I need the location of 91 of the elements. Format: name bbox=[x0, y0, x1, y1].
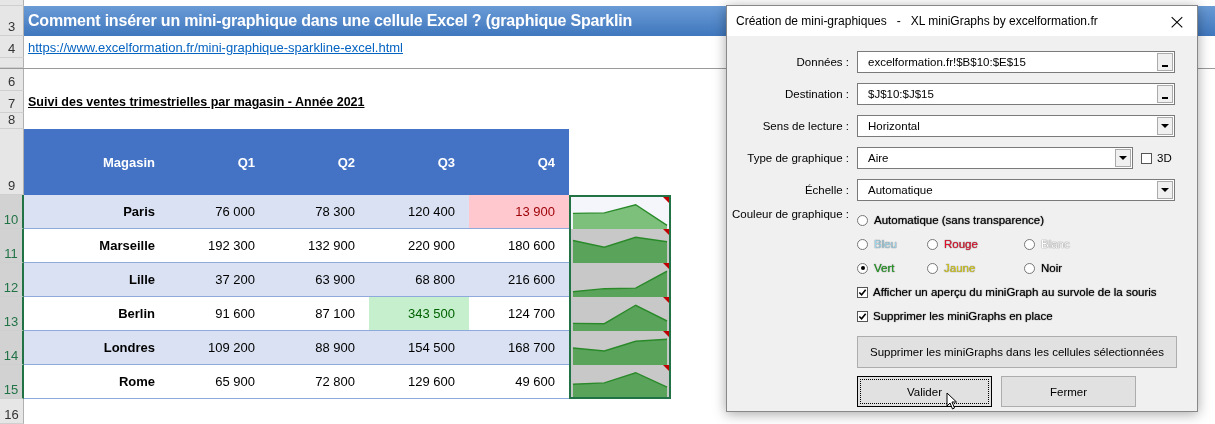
row-number: 3 bbox=[0, 6, 24, 36]
collapse-button[interactable] bbox=[1157, 53, 1173, 71]
mouse-cursor-icon bbox=[946, 392, 958, 410]
table-cell-text: 91 600 bbox=[214, 305, 256, 323]
row-number: 11 bbox=[0, 229, 24, 263]
dialog-button[interactable]: Fermer bbox=[1001, 376, 1136, 407]
radio-button[interactable] bbox=[927, 238, 938, 250]
radio-label: Jaune bbox=[944, 262, 976, 274]
close-button[interactable]: × bbox=[1157, 6, 1197, 36]
table-cell-text: 87 100 bbox=[314, 305, 356, 323]
sheet-title: Comment insérer un mini-graphique dans une cellule Excel ? (graphique Sparklin bbox=[28, 12, 633, 30]
row-number: 7 bbox=[0, 91, 24, 113]
row-number: 9 bbox=[0, 129, 24, 195]
table-cell-text: 220 900 bbox=[407, 237, 456, 255]
dialog-title: Création de mini-graphiques - XL miniGraphs by excelformation.fr bbox=[736, 14, 1098, 28]
table-cell-text: Berlin bbox=[117, 305, 156, 323]
radio-label: Noir bbox=[1041, 262, 1063, 274]
table-cell: 343 500 bbox=[369, 297, 469, 330]
row-number: 10 bbox=[0, 195, 24, 229]
field-label: Échelle : bbox=[803, 184, 850, 196]
table-cell-text: 168 700 bbox=[507, 339, 556, 357]
row-number: 14 bbox=[0, 331, 24, 365]
checkbox[interactable] bbox=[857, 310, 868, 322]
radio-button[interactable] bbox=[1024, 238, 1035, 250]
range-field[interactable]: $J$10:$J$15 bbox=[857, 83, 1175, 105]
radio-label: Automatique (sans transparence) bbox=[874, 214, 1045, 226]
table-cell-text: 88 900 bbox=[314, 339, 356, 357]
table-cell-text: Lille bbox=[128, 271, 156, 289]
column-header: Q4 bbox=[536, 154, 556, 170]
table-caption: Suivi des ventes trimestrielles par magasin - Année 2021 bbox=[28, 95, 365, 109]
table-cell-text: 68 800 bbox=[414, 271, 456, 289]
column-header: Q1 bbox=[236, 154, 256, 170]
field-label: Destination : bbox=[784, 88, 850, 100]
table-cell-text: Marseille bbox=[98, 237, 156, 255]
table-cell-text: 129 600 bbox=[407, 373, 456, 391]
row-number: 13 bbox=[0, 297, 24, 331]
row-number: 8 bbox=[0, 113, 24, 129]
table-cell-text: 37 200 bbox=[214, 271, 256, 289]
row-number: 16 bbox=[0, 399, 24, 424]
radio-label: Bleu bbox=[874, 238, 898, 250]
table-cell-text: 216 600 bbox=[507, 271, 556, 289]
table-cell-text: 124 700 bbox=[507, 305, 556, 323]
table-cell-text: 49 600 bbox=[514, 373, 556, 391]
radio-label: Rouge bbox=[944, 238, 978, 250]
table-cell-text: 63 900 bbox=[314, 271, 356, 289]
table-cell-text: 132 900 bbox=[307, 237, 356, 255]
table-cell-text: 180 600 bbox=[507, 237, 556, 255]
table-cell-text: Londres bbox=[102, 339, 156, 357]
table-cell-text: 154 500 bbox=[407, 339, 456, 357]
checkbox-label: 3D bbox=[1157, 152, 1172, 164]
field-label: Sens de lecture : bbox=[761, 120, 850, 132]
dialog-button[interactable]: Valider bbox=[857, 376, 992, 407]
checkbox[interactable] bbox=[857, 286, 868, 298]
radio-button[interactable] bbox=[927, 262, 938, 274]
radio-button[interactable] bbox=[857, 238, 868, 250]
radio-label: Vert bbox=[874, 262, 895, 274]
checkbox-label: Supprimer les miniGraphs en place bbox=[873, 310, 1053, 322]
dropdown-field[interactable]: Aire bbox=[857, 147, 1133, 169]
row-number: 15 bbox=[0, 365, 24, 399]
dropdown-field[interactable]: Automatique bbox=[857, 179, 1175, 201]
table-cell-text: 109 200 bbox=[207, 339, 256, 357]
table-cell-text: 120 400 bbox=[407, 203, 456, 221]
range-field[interactable]: excelformation.fr!$B$10:$E$15 bbox=[857, 51, 1175, 73]
column-header: Magasin bbox=[102, 154, 156, 170]
radio-button[interactable] bbox=[857, 262, 868, 274]
checkbox[interactable] bbox=[1141, 152, 1152, 164]
table-cell-text: 78 300 bbox=[314, 203, 356, 221]
row-header bbox=[0, 0, 24, 6]
radio-button[interactable] bbox=[1024, 262, 1035, 274]
row-number: 6 bbox=[0, 69, 24, 91]
checkbox-label: Afficher un aperçu du miniGraph au survole de la souris bbox=[873, 286, 1157, 298]
row-number: 4 bbox=[0, 36, 24, 58]
table-cell-text: 65 900 bbox=[214, 373, 256, 391]
table-cell-text: 72 800 bbox=[314, 373, 356, 391]
collapse-button[interactable] bbox=[1157, 85, 1173, 103]
table-cell-text: 192 300 bbox=[207, 237, 256, 255]
table-cell-text: 76 000 bbox=[214, 203, 256, 221]
delete-graphs-button[interactable]: Supprimer les miniGraphs dans les cellules sélectionnées bbox=[857, 336, 1177, 368]
column-header: Q2 bbox=[336, 154, 356, 170]
tutorial-link[interactable]: https://www.excelformation.fr/mini-graphique-sparkline-excel.html bbox=[28, 39, 403, 55]
row-number: 12 bbox=[0, 263, 24, 297]
table-cell-text: Rome bbox=[117, 373, 156, 391]
table-cell-text: Paris bbox=[122, 203, 156, 221]
field-label: Couleur de graphique : bbox=[731, 208, 850, 222]
row-header bbox=[0, 58, 24, 68]
radio-button[interactable] bbox=[857, 214, 868, 226]
dropdown-field[interactable]: Horizontal bbox=[857, 115, 1175, 137]
column-header: Q3 bbox=[436, 154, 456, 170]
field-label: Type de graphique : bbox=[746, 152, 850, 164]
field-label: Données : bbox=[795, 56, 850, 68]
table-cell: 13 900 bbox=[469, 195, 569, 228]
